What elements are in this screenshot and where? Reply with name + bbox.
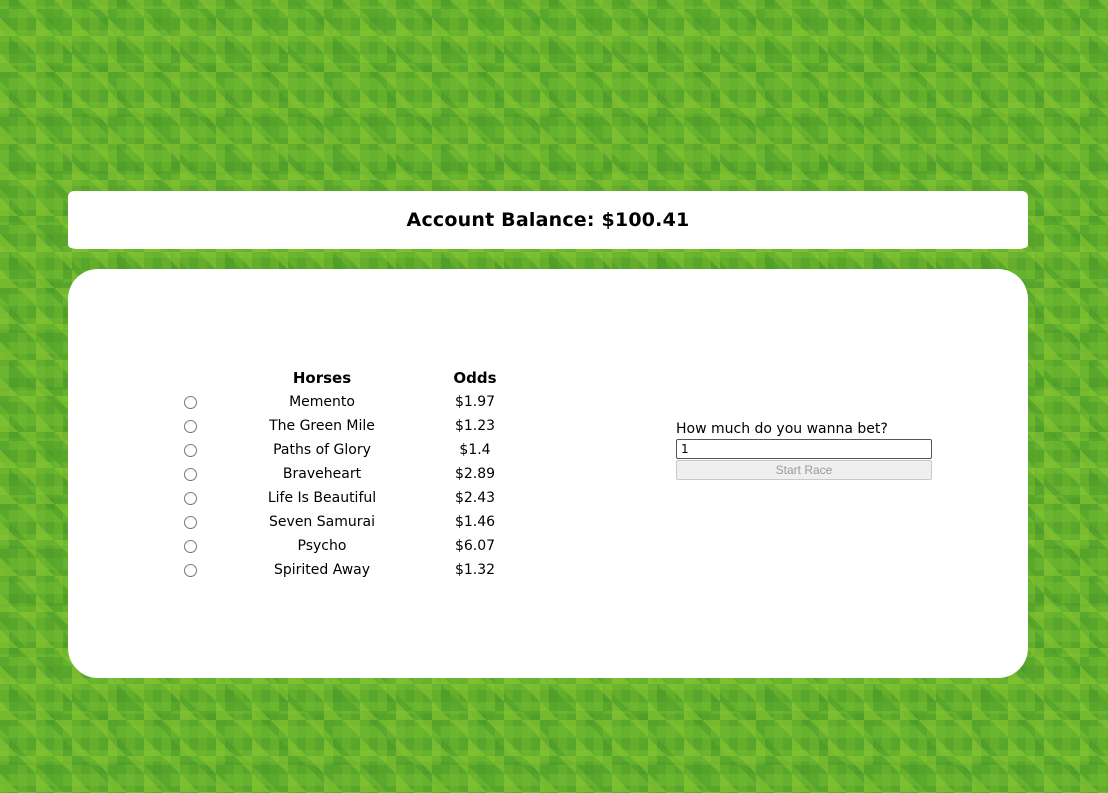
table-header-row: Horses Odds bbox=[168, 366, 518, 390]
horse-name: Memento bbox=[289, 394, 355, 410]
table-row: Braveheart $2.89 bbox=[168, 462, 518, 486]
table-row: Memento $1.97 bbox=[168, 390, 518, 414]
betting-panel: Horses Odds Memento $1.97 The Green Mile… bbox=[68, 269, 1028, 678]
horse-name: Braveheart bbox=[282, 466, 362, 482]
table-row: The Green Mile $1.23 bbox=[168, 414, 518, 438]
table-row: Life Is Beautiful $2.43 bbox=[168, 486, 518, 510]
horse-name: Life Is Beautiful bbox=[267, 490, 377, 506]
start-race-button[interactable]: Start Race bbox=[676, 460, 932, 480]
horses-column-header: Horses bbox=[292, 369, 352, 387]
horse-name: The Green Mile bbox=[269, 418, 375, 434]
horse-name: Seven Samurai bbox=[269, 514, 375, 530]
odds-column-header: Odds bbox=[453, 369, 497, 387]
horse-odds: $1.4 bbox=[459, 442, 491, 458]
horse-radio[interactable] bbox=[183, 467, 197, 481]
bet-form: How much do you wanna bet? Start Race bbox=[676, 421, 932, 480]
horse-name: Spirited Away bbox=[273, 562, 371, 578]
horses-table: Horses Odds Memento $1.97 The Green Mile… bbox=[168, 366, 518, 582]
account-balance: Account Balance: $100.41 bbox=[406, 209, 690, 231]
balance-panel: Account Balance: $100.41 bbox=[68, 191, 1028, 249]
horse-radio[interactable] bbox=[183, 419, 197, 433]
table-row: Seven Samurai $1.46 bbox=[168, 510, 518, 534]
horse-odds: $1.23 bbox=[454, 418, 496, 434]
horse-odds: $1.32 bbox=[454, 562, 496, 578]
select-column-header bbox=[168, 366, 212, 390]
horse-radio[interactable] bbox=[183, 515, 197, 529]
horse-radio[interactable] bbox=[183, 491, 197, 505]
horse-name: Psycho bbox=[297, 538, 347, 554]
horse-odds: $1.97 bbox=[454, 394, 496, 410]
horse-radio[interactable] bbox=[183, 563, 197, 577]
horse-odds: $1.46 bbox=[454, 514, 496, 530]
table-row: Psycho $6.07 bbox=[168, 534, 518, 558]
bet-amount-input[interactable] bbox=[676, 439, 932, 459]
table-row: Paths of Glory $1.4 bbox=[168, 438, 518, 462]
bet-amount-label: How much do you wanna bet? bbox=[676, 421, 888, 437]
horse-radio[interactable] bbox=[183, 395, 197, 409]
horse-radio[interactable] bbox=[183, 443, 197, 457]
horse-odds: $2.89 bbox=[454, 466, 496, 482]
table-row: Spirited Away $1.32 bbox=[168, 558, 518, 582]
horse-odds: $2.43 bbox=[454, 490, 496, 506]
horse-odds: $6.07 bbox=[454, 538, 496, 554]
horse-radio[interactable] bbox=[183, 539, 197, 553]
horse-name: Paths of Glory bbox=[273, 442, 371, 458]
